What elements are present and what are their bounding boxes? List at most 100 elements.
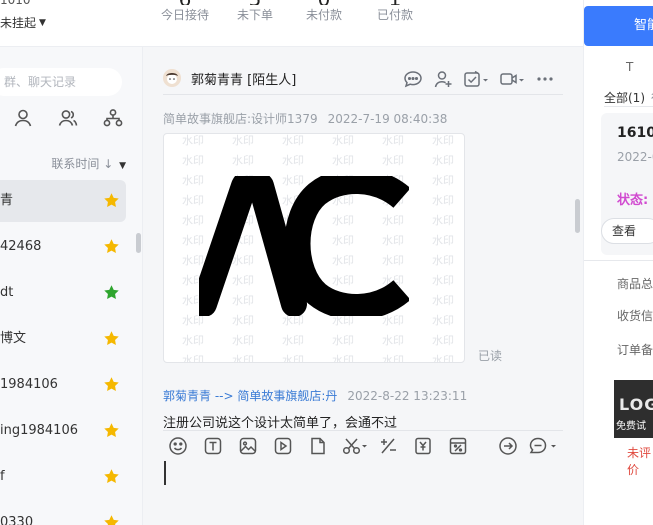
contact-item[interactable]: 0330	[0, 502, 126, 525]
chat-header: 郭菊青青 [陌生人]	[163, 67, 563, 95]
watermark-text: 水印	[282, 154, 304, 167]
stat-unpaid[interactable]: 0 未付款	[303, 0, 345, 47]
watermark-text: 水印	[382, 134, 404, 147]
star-icon[interactable]	[103, 330, 120, 347]
shipping-info-label: 收货信	[617, 309, 653, 323]
sort-arrow: ↓	[103, 157, 114, 171]
watermark-text: 水印	[182, 354, 204, 363]
stat-no-order[interactable]: 5 未下单	[234, 0, 276, 47]
contact-item[interactable]: ing1984106	[0, 410, 126, 452]
coupon-icon[interactable]	[413, 436, 433, 456]
search-input[interactable]: 群、聊天记录	[0, 68, 122, 96]
contact-item[interactable]: 青	[0, 180, 126, 222]
stat-unpaid-label: 未付款	[305, 8, 342, 22]
smart-panel: 智能 T 全部(1)待 1610 2022-0 状态: 查看 商品总 收货信 订…	[583, 0, 653, 525]
caret-down-icon: ▼	[39, 17, 46, 28]
watermark-text: 水印	[432, 274, 454, 287]
video-call-icon[interactable]	[499, 70, 525, 88]
sidebar-scrollbar[interactable]	[136, 233, 141, 253]
message-meta-2: 郭菊青青 --> 简单故事旗舰店:丹 2022-8-22 13:23:11	[163, 387, 467, 404]
suspend-status-dropdown[interactable]: 未挂起 ▼	[0, 14, 46, 31]
image-message[interactable]: 水印 水印 水印 水印 水印 水印 水印 水印 水印 水印 水印 水印 水印 水印 水印 水印 水印 水印 水印 水印…	[163, 133, 465, 363]
contact-item[interactable]: f	[0, 456, 126, 498]
star-icon[interactable]	[103, 468, 120, 485]
discount-voucher-icon[interactable]	[448, 436, 468, 456]
quick-reply-icon[interactable]	[528, 436, 560, 456]
watermark-text: 水印	[382, 354, 404, 363]
product-thumbnail[interactable]: LOG 免费试	[614, 380, 653, 438]
star-icon[interactable]	[103, 376, 120, 393]
goods-total-label: 商品总	[617, 277, 653, 291]
message-sender: 简单故事旗舰店:设计师1379	[163, 112, 318, 126]
filter-divider	[604, 106, 653, 107]
emoji-icon[interactable]	[168, 436, 188, 456]
unrated-badge: 未评价	[627, 446, 652, 477]
watermark-text: 水印	[282, 334, 304, 347]
message-sender[interactable]: 郭菊青青 --> 简单故事旗舰店:丹	[163, 389, 337, 403]
scissors-screenshot-icon[interactable]	[341, 436, 371, 456]
order-card: 1610 2022-0 状态: 查看	[601, 113, 653, 255]
video-upload-icon[interactable]	[273, 436, 293, 456]
order-note-label: 订单备	[617, 343, 653, 357]
filter-all[interactable]: 全部(1)	[604, 91, 645, 105]
watermark-text: 水印	[282, 134, 304, 147]
tab-smart[interactable]: 智能	[584, 6, 653, 46]
chat-scrollbar[interactable]	[575, 199, 580, 233]
more-options-icon[interactable]	[535, 70, 555, 88]
person-icon[interactable]	[12, 107, 34, 129]
stat-today-label: 今日接待	[160, 8, 209, 22]
star-icon[interactable]	[103, 422, 120, 439]
thumbnail-free-text: 免费试	[616, 421, 646, 432]
watermark-text: 水印	[432, 294, 454, 307]
watermark-text: 水印	[182, 154, 204, 167]
chat-bubble-icon[interactable]	[403, 70, 423, 88]
contact-item[interactable]: 42468	[0, 226, 126, 268]
message-time: 2022-7-19 08:40:38	[327, 112, 448, 126]
thumbnail-logo-text: LOG	[619, 395, 653, 414]
add-friend-icon[interactable]	[433, 70, 453, 88]
stat-paid[interactable]: 1 已付款	[374, 0, 416, 47]
order-filter[interactable]: 全部(1)待	[604, 89, 653, 106]
contact-name: 1984106	[0, 377, 58, 392]
org-structure-icon[interactable]	[102, 107, 124, 129]
view-order-button[interactable]: 查看	[601, 218, 653, 244]
star-icon[interactable]	[103, 514, 120, 525]
watermark-text: 水印	[432, 234, 454, 247]
watermark-text: 水印	[282, 354, 304, 363]
watermark-text: 水印	[432, 214, 454, 227]
forward-transfer-icon[interactable]	[498, 436, 518, 456]
contact-item[interactable]: 博文	[0, 318, 126, 360]
star-icon[interactable]	[103, 284, 120, 301]
avatar[interactable]	[163, 69, 181, 87]
stat-paid-label: 已付款	[376, 8, 413, 22]
watermark-text: 水印	[432, 194, 454, 207]
watermark-text: 水印	[382, 334, 404, 347]
chat-panel: 郭菊青青 [陌生人] 简单故事旗舰店:设计师1379 2022-7-19 08:4…	[143, 47, 583, 525]
watermark-text: 水印	[182, 134, 204, 147]
message-input-cursor[interactable]	[164, 461, 166, 485]
contact-item[interactable]: dt	[0, 272, 126, 314]
sort-by-contact-time[interactable]: 联系时间 ↓ ▼	[0, 155, 126, 172]
stat-today-value: 6	[160, 0, 210, 5]
contact-item[interactable]: 1984106	[0, 364, 126, 406]
contact-name: 0330	[0, 515, 34, 525]
watermark-text: 水印	[432, 254, 454, 267]
contact-name: dt	[0, 285, 14, 300]
star-icon[interactable]	[103, 192, 120, 209]
calculator-icon[interactable]	[378, 436, 398, 456]
panel-subtitle: T	[626, 60, 634, 74]
watermark-text: 水印	[232, 334, 254, 347]
file-icon[interactable]	[308, 436, 328, 456]
stat-today[interactable]: 6 今日接待	[160, 0, 210, 47]
order-number: 1610	[617, 125, 653, 141]
contact-name: 42468	[0, 239, 42, 254]
star-icon[interactable]	[103, 238, 120, 255]
watermark-text: 水印	[432, 174, 454, 187]
task-check-icon[interactable]	[463, 70, 489, 88]
group-icon[interactable]	[57, 107, 79, 129]
image-upload-icon[interactable]	[238, 436, 258, 456]
text-format-icon[interactable]	[203, 436, 223, 456]
watermark-text: 水印	[332, 154, 354, 167]
watermark-text: 水印	[432, 314, 454, 327]
stat-unpaid-value: 0	[303, 0, 345, 5]
